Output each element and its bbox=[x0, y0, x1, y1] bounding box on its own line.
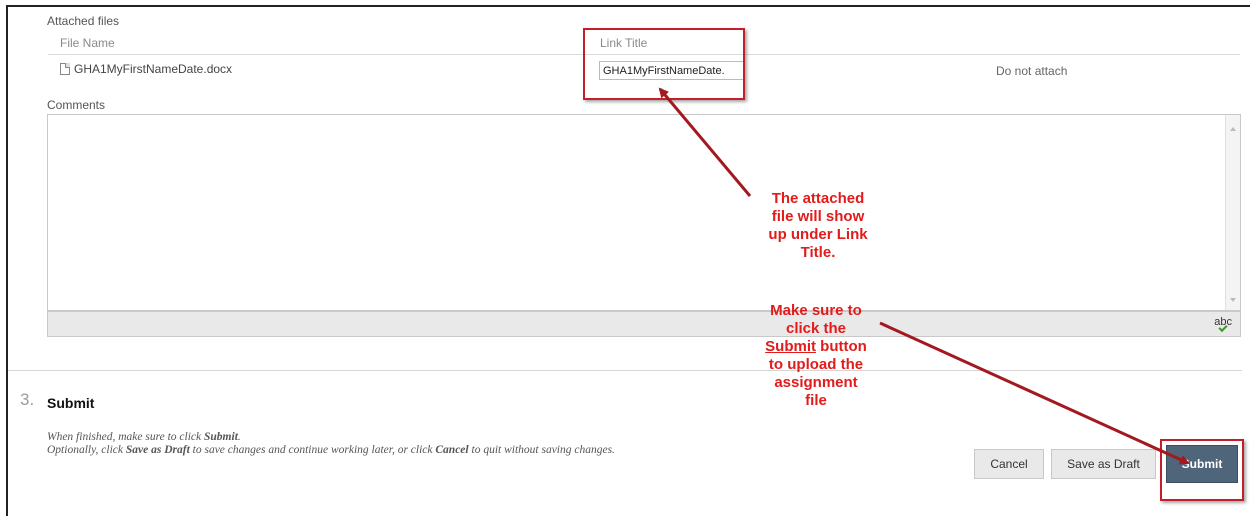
submit-arrow bbox=[879, 321, 1190, 465]
annotation-arrows bbox=[658, 87, 1190, 465]
submit-callout: Make sure to click the Submit button to … bbox=[765, 302, 867, 409]
link-title-arrow bbox=[658, 87, 752, 197]
link-title-callout: The attached file will show up under Lin… bbox=[768, 190, 868, 261]
